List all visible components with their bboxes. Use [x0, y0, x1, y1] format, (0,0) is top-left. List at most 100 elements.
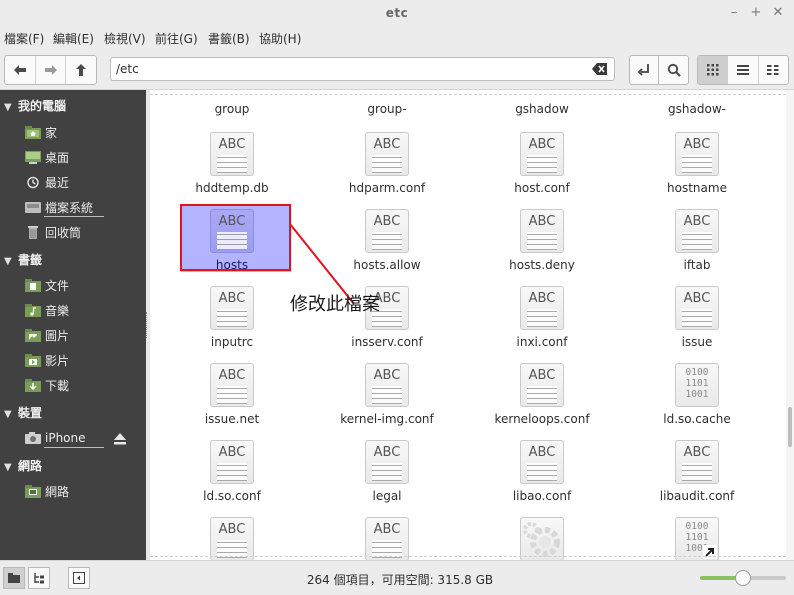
sidebar-item-home[interactable]: 家: [25, 124, 57, 141]
file-name: hosts.deny: [509, 258, 575, 272]
sidebar-item-pictures[interactable]: 圖片: [25, 327, 69, 344]
location-text[interactable]: /etc: [116, 62, 139, 76]
toolbar: /etc: [0, 49, 794, 90]
file-item[interactable]: ABC libaudit.conf: [622, 440, 772, 517]
sidebar-section-bookmarks[interactable]: ▼ 書籤: [4, 251, 42, 268]
file-item[interactable]: ABC issue.net: [157, 363, 307, 440]
file-item[interactable]: 0100 1101 1001 ld.so.cache: [622, 363, 772, 440]
file-item[interactable]: ABC kernel-img.conf: [312, 363, 462, 440]
file-item[interactable]: 0100 1101 1001: [622, 517, 772, 560]
file-item[interactable]: group: [157, 102, 307, 118]
text-file-icon-label: ABC: [528, 137, 556, 152]
sidebar-item-filesystem[interactable]: 檔案系統: [25, 199, 93, 216]
compact-view-button[interactable]: [759, 56, 788, 84]
desktop-icon: [25, 151, 41, 164]
clear-location-icon[interactable]: [592, 62, 608, 76]
text-file-icon-lines: [372, 463, 402, 481]
network-icon: [25, 485, 41, 498]
tree-icon: [34, 573, 44, 584]
menu-file[interactable]: 檔案(F): [4, 30, 44, 47]
file-name: kernel-img.conf: [340, 412, 434, 426]
vertical-scrollbar[interactable]: [786, 90, 794, 560]
forward-button[interactable]: [36, 56, 67, 84]
text-file-icon: ABC: [210, 132, 254, 176]
text-file-icon-lines: [217, 155, 247, 173]
file-item[interactable]: ABC issue: [622, 286, 772, 363]
back-button[interactable]: [5, 56, 36, 84]
show-places-button[interactable]: [3, 567, 25, 589]
file-item[interactable]: group-: [312, 102, 462, 118]
file-name: host.conf: [514, 181, 570, 195]
file-item[interactable]: ABC hosts.deny: [467, 209, 617, 286]
file-name: ld.so.conf: [203, 489, 261, 503]
search-button[interactable]: [659, 55, 689, 85]
file-item[interactable]: gshadow: [467, 102, 617, 118]
splitter-grip[interactable]: [146, 312, 149, 338]
arrow-up-icon: [76, 64, 87, 76]
file-item[interactable]: ABC inputrc: [157, 286, 307, 363]
sidebar-item-desktop[interactable]: 桌面: [25, 149, 69, 166]
sidebar-section-title: 我的電腦: [18, 99, 67, 113]
text-file-icon: ABC: [210, 440, 254, 484]
eject-icon[interactable]: [113, 433, 127, 445]
file-item[interactable]: ABC ld.so.conf: [157, 440, 307, 517]
text-file-icon: ABC: [365, 517, 409, 560]
sidebar-item-music[interactable]: 音樂: [25, 302, 69, 319]
collapse-arrow-icon: ▼: [4, 256, 12, 267]
sidebar-item-label: 網路: [45, 485, 70, 499]
minimize-button[interactable]: –: [726, 5, 742, 21]
compact-icon: [767, 65, 779, 75]
text-file-icon: ABC: [520, 440, 564, 484]
menu-help[interactable]: 協助(H): [259, 30, 301, 47]
zoom-slider[interactable]: [700, 570, 786, 586]
text-file-icon: ABC: [675, 440, 719, 484]
scrollbar-thumb[interactable]: [788, 407, 792, 447]
file-item[interactable]: ABC hddtemp.db: [157, 132, 307, 209]
file-view[interactable]: group group- gshadow gshadow- ABC hddtemp…: [150, 90, 786, 560]
sidebar-item-trash[interactable]: 回收筒: [25, 224, 81, 241]
up-button[interactable]: [66, 56, 96, 84]
file-item[interactable]: gshadow-: [622, 102, 772, 118]
file-name: inputrc: [210, 335, 254, 349]
sidebar-item-downloads[interactable]: 下載: [25, 377, 69, 394]
show-treeview-button[interactable]: [28, 567, 50, 589]
location-bar[interactable]: /etc: [110, 57, 615, 81]
icon-view-button[interactable]: [698, 56, 729, 84]
file-item[interactable]: ABC kerneloops.conf: [467, 363, 617, 440]
menu-bookmarks[interactable]: 書籤(B): [208, 30, 250, 47]
file-item[interactable]: ABC: [312, 517, 462, 560]
file-item[interactable]: ABC libao.conf: [467, 440, 617, 517]
text-file-icon: ABC: [520, 209, 564, 253]
close-button[interactable]: ✕: [770, 5, 786, 21]
file-item[interactable]: ABC hdparm.conf: [312, 132, 462, 209]
maximize-button[interactable]: +: [748, 5, 764, 21]
sidebar-section-my-computer[interactable]: ▼ 我的電腦: [4, 97, 66, 114]
file-item[interactable]: ABC hostname: [622, 132, 772, 209]
sidebar-item-videos[interactable]: 影片: [25, 352, 69, 369]
menu-go[interactable]: 前往(G): [155, 30, 198, 47]
sidebar-section-network[interactable]: ▼ 網路: [4, 457, 42, 474]
list-view-button[interactable]: [728, 56, 759, 84]
hide-sidebar-button[interactable]: [68, 567, 90, 589]
text-file-icon-lines: [682, 309, 712, 327]
sidebar-item-documents[interactable]: 文件: [25, 277, 69, 294]
sidebar-section-devices[interactable]: ▼ 裝置: [4, 404, 42, 421]
file-item[interactable]: ABC iftab: [622, 209, 772, 286]
file-item[interactable]: ABC: [157, 517, 307, 560]
sidebar-item-recent[interactable]: 最近: [25, 174, 69, 191]
file-item[interactable]: [467, 517, 617, 560]
zoom-slider-knob[interactable]: [735, 570, 751, 586]
camera-device-icon: [25, 431, 41, 444]
text-file-icon-lines: [527, 463, 557, 481]
text-file-icon-lines: [682, 155, 712, 173]
text-file-icon: ABC: [365, 440, 409, 484]
file-item[interactable]: ABC legal: [312, 440, 462, 517]
text-file-icon-lines: [527, 309, 557, 327]
toggle-location-button[interactable]: [629, 55, 659, 85]
sidebar-item-iphone[interactable]: iPhone: [25, 431, 86, 445]
sidebar-item-network[interactable]: 網路: [25, 483, 69, 500]
file-item[interactable]: ABC host.conf: [467, 132, 617, 209]
menu-view[interactable]: 檢視(V): [104, 30, 146, 47]
file-item[interactable]: ABC inxi.conf: [467, 286, 617, 363]
menu-edit[interactable]: 編輯(E): [53, 30, 94, 47]
